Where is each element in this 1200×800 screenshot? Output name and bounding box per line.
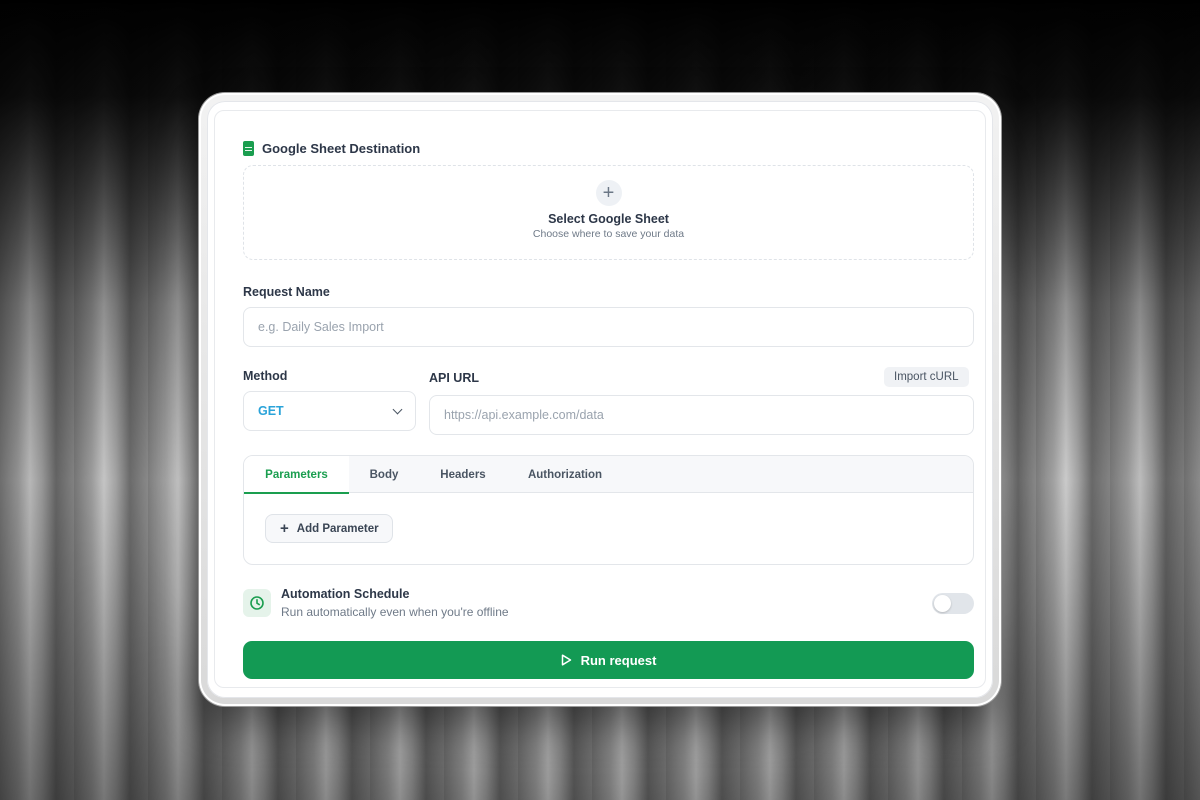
request-tabs: Parameters Body Headers Authorization + … bbox=[243, 455, 974, 565]
google-sheet-icon bbox=[243, 141, 254, 156]
request-panel: Google Sheet Destination + Select Google… bbox=[214, 110, 986, 688]
tab-authorization[interactable]: Authorization bbox=[507, 456, 623, 493]
tab-parameters[interactable]: Parameters bbox=[244, 456, 349, 494]
clock-icon bbox=[243, 589, 271, 617]
request-name-input[interactable] bbox=[243, 307, 974, 347]
toggle-knob bbox=[934, 595, 951, 612]
select-sheet-dropzone[interactable]: + Select Google Sheet Choose where to sa… bbox=[243, 165, 974, 260]
run-request-label: Run request bbox=[580, 652, 657, 668]
destination-header: Google Sheet Destination bbox=[243, 141, 420, 156]
method-select[interactable]: GET bbox=[243, 391, 416, 431]
tab-bar: Parameters Body Headers Authorization bbox=[244, 456, 973, 494]
method-label: Method bbox=[243, 369, 288, 383]
destination-title: Google Sheet Destination bbox=[262, 141, 421, 156]
chevron-down-icon bbox=[392, 404, 403, 414]
play-icon bbox=[561, 654, 571, 666]
schedule-subtitle: Run automatically even when you're offli… bbox=[281, 605, 509, 619]
request-name-label: Request Name bbox=[243, 285, 330, 299]
run-request-button[interactable]: Run request bbox=[243, 641, 974, 679]
app-screen: Google Sheet Destination + Select Google… bbox=[207, 101, 993, 698]
plus-icon: + bbox=[595, 179, 622, 206]
method-value: GET bbox=[258, 404, 284, 418]
schedule-toggle[interactable] bbox=[932, 593, 974, 614]
tab-body[interactable]: Body bbox=[349, 456, 419, 493]
api-url-label: API URL bbox=[429, 371, 479, 385]
select-sheet-title: Select Google Sheet bbox=[548, 211, 669, 226]
select-sheet-subtitle: Choose where to save your data bbox=[532, 227, 685, 240]
import-curl-button[interactable]: Import cURL bbox=[884, 367, 969, 387]
add-parameter-button[interactable]: + Add Parameter bbox=[265, 514, 393, 543]
tab-headers[interactable]: Headers bbox=[419, 456, 507, 493]
add-parameter-label: Add Parameter bbox=[296, 522, 379, 535]
device-frame: Google Sheet Destination + Select Google… bbox=[199, 93, 1001, 706]
plus-icon: + bbox=[280, 520, 289, 537]
api-url-input[interactable] bbox=[429, 395, 974, 435]
schedule-title: Automation Schedule bbox=[281, 587, 410, 601]
